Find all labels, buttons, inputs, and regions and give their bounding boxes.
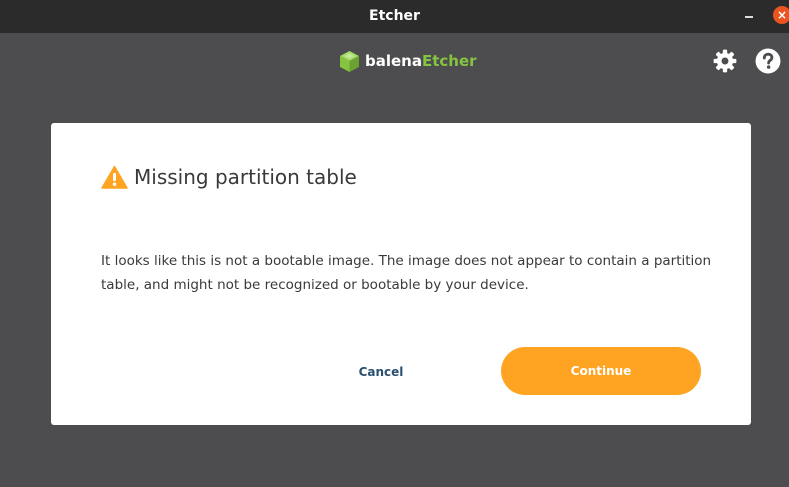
dialog-title: Missing partition table [134, 165, 357, 189]
window-title: Etcher [369, 8, 420, 24]
help-icon [755, 48, 781, 74]
window-titlebar: Etcher × [0, 0, 789, 33]
minimize-button[interactable] [745, 16, 753, 18]
dialog-title-row: Missing partition table [101, 163, 357, 191]
gear-icon [713, 49, 737, 73]
continue-button[interactable]: Continue [501, 347, 701, 395]
app-main: balenaEtcher Missing partition table It … [0, 33, 789, 487]
logo-text-balena: balena [365, 52, 422, 70]
logo-text-etcher: Etcher [421, 52, 477, 70]
dialog-message: It looks like this is not a bootable ima… [101, 253, 712, 293]
help-button[interactable] [755, 48, 781, 74]
app-header: balenaEtcher [0, 33, 789, 89]
settings-button[interactable] [712, 48, 738, 74]
balena-etcher-logo: balenaEtcher [339, 49, 477, 73]
logo-text: balenaEtcher [365, 52, 477, 70]
missing-partition-dialog: Missing partition table It looks like th… [51, 123, 751, 425]
cube-logo-icon [340, 50, 359, 72]
close-button[interactable]: × [773, 6, 789, 24]
cancel-button[interactable]: Cancel [321, 359, 441, 385]
warning-icon [101, 165, 128, 189]
